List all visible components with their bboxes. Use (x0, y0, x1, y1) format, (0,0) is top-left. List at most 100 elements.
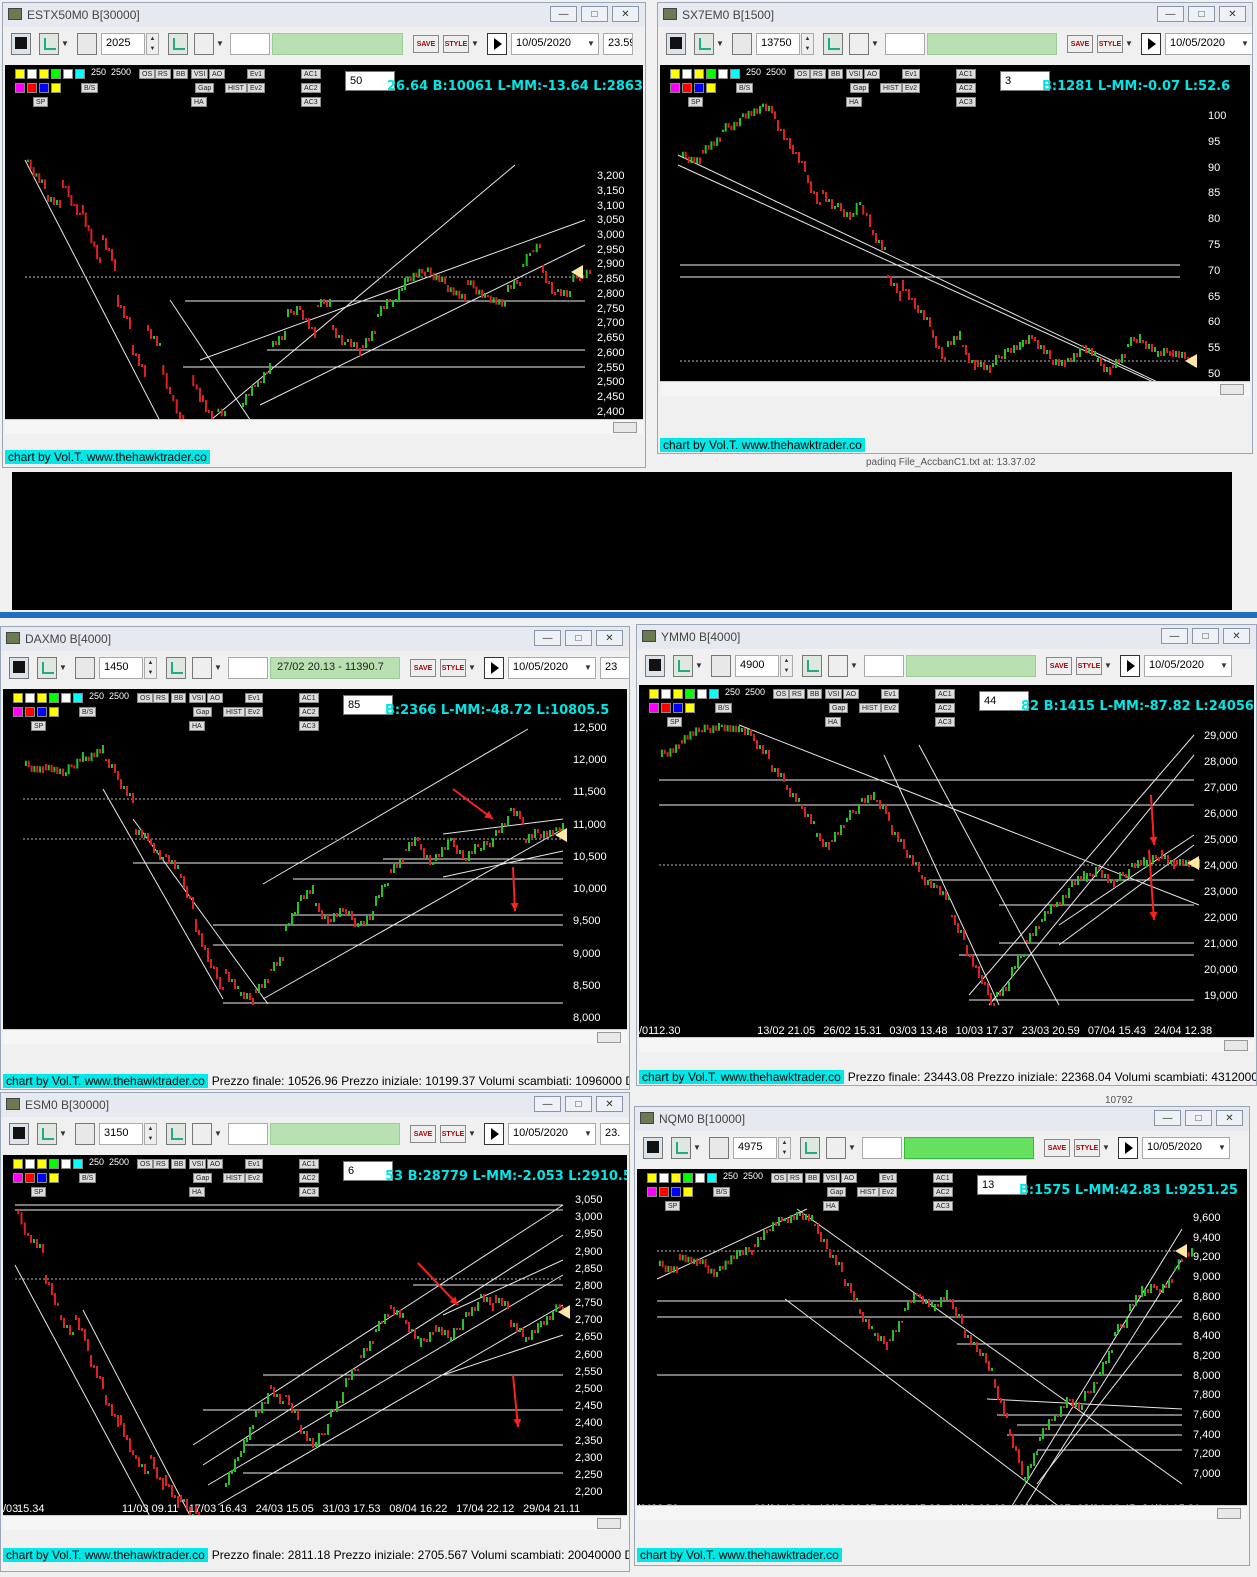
calendar-icon[interactable] (709, 1137, 729, 1159)
date-picker[interactable]: 10/05/2020 (1165, 33, 1252, 55)
horizontal-scrollbar[interactable] (3, 1515, 627, 1530)
minimize-button[interactable]: — (1157, 6, 1184, 22)
chevron-down-icon[interactable]: ▼ (1241, 33, 1249, 55)
chart-type-icon[interactable] (671, 1137, 691, 1159)
indicator-icon[interactable] (823, 33, 843, 55)
play-icon[interactable] (1141, 33, 1161, 55)
chart-window-dax[interactable]: DAXM0 B[4000] — □ ✕ ▼ 1450 ▲ ▼ ▼ 27/02 20.13 - 11… (0, 626, 630, 1090)
calendar-icon[interactable] (732, 33, 752, 55)
chevron-down-icon[interactable]: ▼ (848, 1137, 856, 1159)
chart-type-icon[interactable] (39, 33, 59, 55)
bars-input[interactable]: 1450 (99, 657, 143, 679)
sound-icon[interactable] (192, 1123, 212, 1145)
blank-field[interactable] (228, 657, 268, 679)
chart-type-icon[interactable] (37, 657, 57, 679)
save-style-button[interactable]: SAVE (1067, 35, 1093, 53)
calendar-icon[interactable] (77, 33, 97, 55)
chevron-down-icon[interactable]: ▼ (1102, 1137, 1110, 1159)
chart-window-es[interactable]: ESM0 B[30000] — □ ✕ ▼ 3150 ▲ ▼ ▼ SAVE STYLE ▼ 10/05/… (0, 1092, 630, 1572)
blank-field[interactable] (230, 33, 270, 55)
time-field[interactable]: 23.59 (603, 33, 633, 55)
save-style-button[interactable]: SAVE (1046, 657, 1072, 675)
horizontal-scrollbar[interactable] (5, 419, 643, 434)
calendar-icon[interactable] (75, 1123, 95, 1145)
save-icon[interactable] (9, 657, 29, 679)
credit-text[interactable]: chart by Vol.T. www.thehawktrader.co (637, 1548, 842, 1562)
chevron-down-icon[interactable]: ▼ (468, 1123, 476, 1145)
bars-stepper[interactable]: ▲ ▼ (780, 655, 793, 677)
date-picker[interactable]: 10/05/2020 (508, 1123, 596, 1145)
chevron-down-icon[interactable]: ▼ (471, 33, 479, 55)
maximize-button[interactable]: □ (1188, 6, 1215, 22)
minimize-button[interactable]: — (534, 1096, 561, 1112)
scroll-thumb[interactable] (1217, 1508, 1241, 1519)
minimize-button[interactable]: — (550, 6, 577, 22)
credit-text[interactable]: chart by Vol.T. www.thehawktrader.co (3, 1548, 208, 1562)
chevron-down-icon[interactable]: ▼ (716, 33, 724, 55)
style-button[interactable]: STYLE (440, 659, 466, 677)
save-style-button[interactable]: SAVE (410, 1125, 436, 1143)
title-bar[interactable]: NQM0 B[10000] — □ ✕ (635, 1107, 1249, 1131)
minimize-button[interactable]: — (1154, 1110, 1181, 1126)
bars-stepper[interactable]: ▲ ▼ (144, 1123, 157, 1145)
bars-input[interactable]: 13750 (756, 33, 800, 55)
indicator-icon[interactable] (800, 1137, 820, 1159)
save-style-button[interactable]: SAVE (413, 35, 439, 53)
date-picker[interactable]: 10/05/2020 (1142, 1137, 1230, 1159)
play-icon[interactable] (484, 657, 504, 679)
credit-text[interactable]: chart by Vol.T. www.thehawktrader.co (5, 450, 210, 464)
date-picker[interactable]: 10/05/2020 (508, 657, 596, 679)
title-bar[interactable]: ESTX50M0 B[30000] — □ ✕ (3, 3, 645, 27)
chart-area[interactable]: 250 2500 OS RS BB VSI AO Ev1 AC1 Ev2 AC2 AC3 HIST B/S… (3, 689, 627, 1029)
chevron-down-icon[interactable]: ▼ (468, 657, 476, 679)
chevron-down-icon[interactable]: ▼ (584, 1123, 592, 1145)
indicator-icon[interactable] (166, 1123, 186, 1145)
chart-area[interactable]: 250 2500 OS RS BB VSI AO Ev1 AC1 Ev2 AC2 AC3 HIST B/S… (5, 65, 643, 419)
credit-text[interactable]: chart by Vol.T. www.thehawktrader.co (639, 1070, 844, 1084)
chevron-down-icon[interactable]: ▼ (695, 655, 703, 677)
date-picker[interactable]: 10/05/2020 (511, 33, 599, 55)
save-style-button[interactable]: SAVE (1044, 1139, 1070, 1157)
close-button[interactable]: ✕ (1223, 628, 1250, 644)
blank-field[interactable] (862, 1137, 902, 1159)
date-picker[interactable]: 10/05/2020 (1144, 655, 1232, 677)
time-field[interactable]: 23 (600, 657, 629, 679)
chevron-down-icon[interactable]: ▼ (61, 33, 69, 55)
chart-window-nq[interactable]: NQM0 B[10000] — □ ✕ ▼ 4975 ▲ ▼ ▼ SAVE STYLE ▼ 10/05/… (634, 1106, 1250, 1566)
save-icon[interactable] (11, 33, 31, 55)
play-icon[interactable] (487, 33, 507, 55)
save-icon[interactable] (643, 1137, 663, 1159)
chevron-down-icon[interactable]: ▼ (1125, 33, 1133, 55)
maximize-button[interactable]: □ (1192, 628, 1219, 644)
minimize-button[interactable]: — (534, 630, 561, 646)
scroll-thumb[interactable] (613, 422, 637, 433)
indicator-icon[interactable] (168, 33, 188, 55)
credit-text[interactable]: chart by Vol.T. www.thehawktrader.co (660, 438, 865, 452)
style-button[interactable]: STYLE (440, 1125, 466, 1143)
chart-area[interactable]: 250 2500 OS RS BB VSI AO Ev1 AC1 Ev2 AC2 AC3 HIST B/S… (3, 1155, 627, 1515)
play-icon[interactable] (1118, 1137, 1138, 1159)
minimize-button[interactable]: — (1161, 628, 1188, 644)
chevron-down-icon[interactable]: ▼ (871, 33, 879, 55)
blank-field[interactable] (228, 1123, 268, 1145)
horizontal-scrollbar[interactable] (3, 1029, 627, 1044)
chart-window-sx7e[interactable]: SX7EM0 B[1500] — □ ✕ ▼ 13750 ▲ ▼ ▼ SAVE STYLE ▼ 10/0… (657, 2, 1253, 454)
chevron-down-icon[interactable]: ▼ (1220, 655, 1228, 677)
chart-area[interactable]: 250 2500 OS RS BB VSI AO Ev1 AC1 Ev2 AC2 AC3 HIST B/S… (639, 685, 1254, 1037)
scroll-thumb[interactable] (597, 1518, 621, 1529)
title-bar[interactable]: YMM0 B[4000] — □ ✕ (637, 625, 1256, 649)
indicator-icon[interactable] (802, 655, 822, 677)
maximize-button[interactable]: □ (565, 1096, 592, 1112)
sound-icon[interactable] (828, 655, 848, 677)
style-button[interactable]: STYLE (1076, 657, 1102, 675)
close-button[interactable]: ✕ (612, 6, 639, 22)
chevron-down-icon[interactable]: ▼ (59, 657, 67, 679)
maximize-button[interactable]: □ (581, 6, 608, 22)
close-button[interactable]: ✕ (596, 1096, 623, 1112)
play-icon[interactable] (484, 1123, 504, 1145)
blank-field[interactable] (864, 655, 904, 677)
sound-icon[interactable] (194, 33, 214, 55)
bars-input[interactable]: 3150 (99, 1123, 143, 1145)
sound-icon[interactable] (826, 1137, 846, 1159)
blank-field[interactable] (885, 33, 925, 55)
